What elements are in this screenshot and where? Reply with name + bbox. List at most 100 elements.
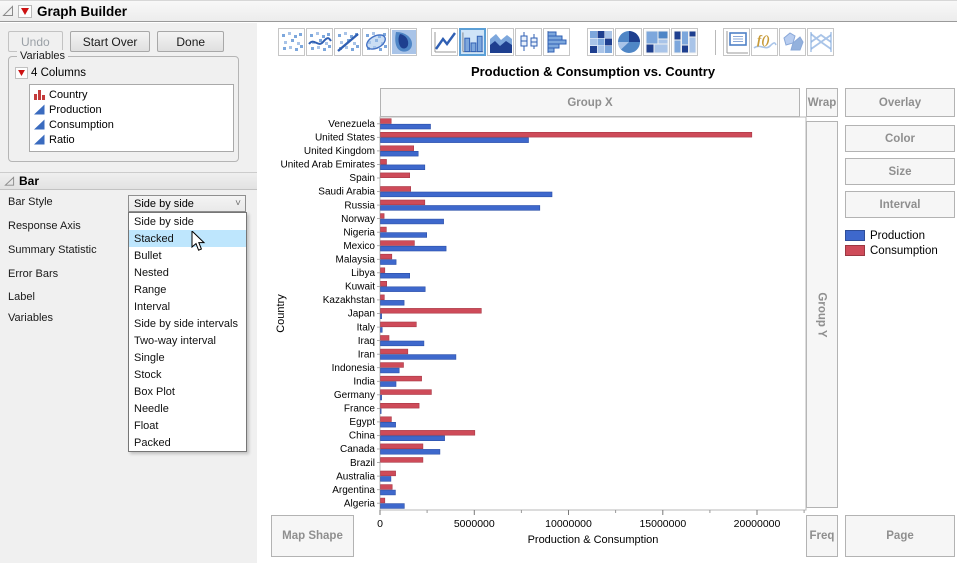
red-triangle-menu-icon[interactable] bbox=[18, 5, 32, 18]
bar-section-title: Bar bbox=[19, 174, 39, 188]
blue-triangle-icon bbox=[34, 134, 45, 145]
column-item-production[interactable]: Production bbox=[34, 102, 229, 117]
bar-style-dropdown[interactable]: Side by side ˅ bbox=[128, 195, 246, 212]
columns-header: 4 Columns bbox=[31, 67, 86, 79]
svg-text:Italy: Italy bbox=[357, 322, 375, 333]
bar-style-option-bullet[interactable]: Bullet bbox=[129, 247, 246, 264]
variables-panel-legend: Variables bbox=[17, 50, 68, 62]
formula-icon[interactable]: f() bbox=[751, 28, 778, 56]
treemap-icon[interactable] bbox=[643, 28, 670, 56]
collapse-triangle-icon[interactable] bbox=[2, 5, 14, 17]
map-shapes-icon[interactable] bbox=[779, 28, 806, 56]
drop-zone-page[interactable]: Page bbox=[845, 515, 955, 557]
svg-text:Iran: Iran bbox=[358, 349, 375, 360]
blue-triangle-icon bbox=[34, 104, 45, 115]
bar-section-header[interactable]: Bar bbox=[0, 172, 257, 190]
svg-text:Saudi Arabia: Saudi Arabia bbox=[318, 187, 375, 198]
bar-style-option-side-by-side-intervals[interactable]: Side by side intervals bbox=[129, 315, 246, 332]
svg-text:Kuwait: Kuwait bbox=[345, 282, 375, 293]
bar-icon[interactable] bbox=[459, 28, 486, 56]
window-title: Graph Builder bbox=[37, 4, 127, 19]
bar-style-option-needle[interactable]: Needle bbox=[129, 400, 246, 417]
column-item-ratio[interactable]: Ratio bbox=[34, 132, 229, 147]
property-label-response-axis: Response Axis bbox=[8, 220, 81, 232]
svg-text:Country: Country bbox=[275, 294, 287, 333]
drop-zone-interval[interactable]: Interval bbox=[845, 191, 955, 218]
histogram-icon[interactable] bbox=[543, 28, 570, 56]
property-label-bar-style: Bar Style bbox=[8, 196, 53, 208]
caption-box-icon[interactable] bbox=[723, 28, 750, 56]
bar-style-option-side-by-side[interactable]: Side by side bbox=[129, 213, 246, 230]
svg-text:Libya: Libya bbox=[351, 268, 375, 279]
drop-zone-size[interactable]: Size bbox=[845, 158, 955, 185]
svg-text:United Kingdom: United Kingdom bbox=[304, 146, 375, 157]
done-button[interactable]: Done bbox=[157, 31, 224, 52]
bar-style-option-range[interactable]: Range bbox=[129, 281, 246, 298]
red-bars-icon bbox=[34, 89, 45, 100]
heatmap-icon[interactable] bbox=[587, 28, 614, 56]
line-of-fit-icon[interactable] bbox=[334, 28, 361, 56]
mosaic-icon[interactable] bbox=[671, 28, 698, 56]
pie-icon[interactable] bbox=[615, 28, 642, 56]
svg-text:Nigeria: Nigeria bbox=[343, 227, 375, 238]
svg-text:Canada: Canada bbox=[340, 444, 375, 455]
window-header: Graph Builder bbox=[0, 0, 957, 22]
bar-style-option-float[interactable]: Float bbox=[129, 417, 246, 434]
chart-title: Production & Consumption vs. Country bbox=[380, 64, 806, 79]
collapse-triangle-icon[interactable] bbox=[4, 176, 15, 187]
svg-text:Production & Consumption: Production & Consumption bbox=[528, 534, 659, 546]
svg-text:Argentina: Argentina bbox=[332, 485, 375, 496]
chart-legend: Production Consumption bbox=[845, 228, 938, 258]
legend-item-production: Production bbox=[845, 228, 938, 243]
bar-style-value: Side by side bbox=[134, 198, 194, 210]
bar-style-option-stacked[interactable]: Stacked bbox=[129, 230, 246, 247]
legend-label: Consumption bbox=[870, 245, 938, 257]
svg-text:f(): f() bbox=[757, 32, 770, 47]
undo-button[interactable]: Undo bbox=[8, 31, 63, 52]
box-plot-icon[interactable] bbox=[515, 28, 542, 56]
parallel-plot-icon[interactable] bbox=[807, 28, 834, 56]
svg-text:Norway: Norway bbox=[341, 214, 375, 225]
ellipse-icon[interactable] bbox=[362, 28, 389, 56]
control-panel: Undo Start Over Done Variables 4 Columns… bbox=[0, 23, 257, 563]
line-icon[interactable] bbox=[431, 28, 458, 56]
drop-zone-overlay[interactable]: Overlay bbox=[845, 88, 955, 117]
bar-style-option-box-plot[interactable]: Box Plot bbox=[129, 383, 246, 400]
bar-style-option-nested[interactable]: Nested bbox=[129, 264, 246, 281]
svg-text:Indonesia: Indonesia bbox=[332, 363, 376, 374]
points-icon[interactable] bbox=[278, 28, 305, 56]
drop-zone-color[interactable]: Color bbox=[845, 125, 955, 152]
column-item-consumption[interactable]: Consumption bbox=[34, 117, 229, 132]
drop-zone-group-y[interactable]: Group Y bbox=[806, 121, 838, 508]
svg-text:Algeria: Algeria bbox=[344, 498, 376, 509]
svg-text:United Arab Emirates: United Arab Emirates bbox=[281, 160, 376, 171]
bar-style-options-popup: Side by sideStackedBulletNestedRangeInte… bbox=[128, 212, 247, 452]
property-label-summary-statistic: Summary Statistic bbox=[8, 244, 97, 256]
svg-text:Russia: Russia bbox=[344, 200, 375, 211]
svg-text:20000000: 20000000 bbox=[734, 518, 781, 530]
svg-text:Mexico: Mexico bbox=[343, 241, 375, 252]
variables-panel: Variables 4 Columns CountryProductionCon… bbox=[8, 56, 239, 162]
svg-text:Kazakhstan: Kazakhstan bbox=[323, 295, 375, 306]
svg-text:10000000: 10000000 bbox=[545, 518, 592, 530]
column-item-country[interactable]: Country bbox=[34, 87, 229, 102]
bar-style-option-two-way-interval[interactable]: Two-way interval bbox=[129, 332, 246, 349]
bar-style-option-interval[interactable]: Interval bbox=[129, 298, 246, 315]
start-over-button[interactable]: Start Over bbox=[70, 31, 151, 52]
contour-icon[interactable] bbox=[390, 28, 417, 56]
svg-text:China: China bbox=[349, 431, 376, 442]
bar-style-option-stock[interactable]: Stock bbox=[129, 366, 246, 383]
bar-style-option-packed[interactable]: Packed bbox=[129, 434, 246, 451]
graph-builder-window: Graph Builder Undo Start Over Done Varia… bbox=[0, 0, 957, 563]
smoother-icon[interactable] bbox=[306, 28, 333, 56]
drop-zone-wrap[interactable]: Wrap bbox=[806, 88, 838, 117]
area-icon[interactable] bbox=[487, 28, 514, 56]
drop-zone-freq[interactable]: Freq bbox=[806, 515, 838, 557]
bar-style-option-single[interactable]: Single bbox=[129, 349, 246, 366]
red-triangle-menu-icon[interactable] bbox=[15, 67, 28, 79]
svg-text:United States: United States bbox=[315, 133, 375, 144]
bar-chart[interactable]: VenezuelaUnited StatesUnited KingdomUnit… bbox=[270, 110, 810, 563]
svg-text:Australia: Australia bbox=[336, 471, 375, 482]
columns-listbox[interactable]: CountryProductionConsumptionRatio bbox=[29, 84, 234, 152]
svg-text:Brazil: Brazil bbox=[350, 458, 375, 469]
